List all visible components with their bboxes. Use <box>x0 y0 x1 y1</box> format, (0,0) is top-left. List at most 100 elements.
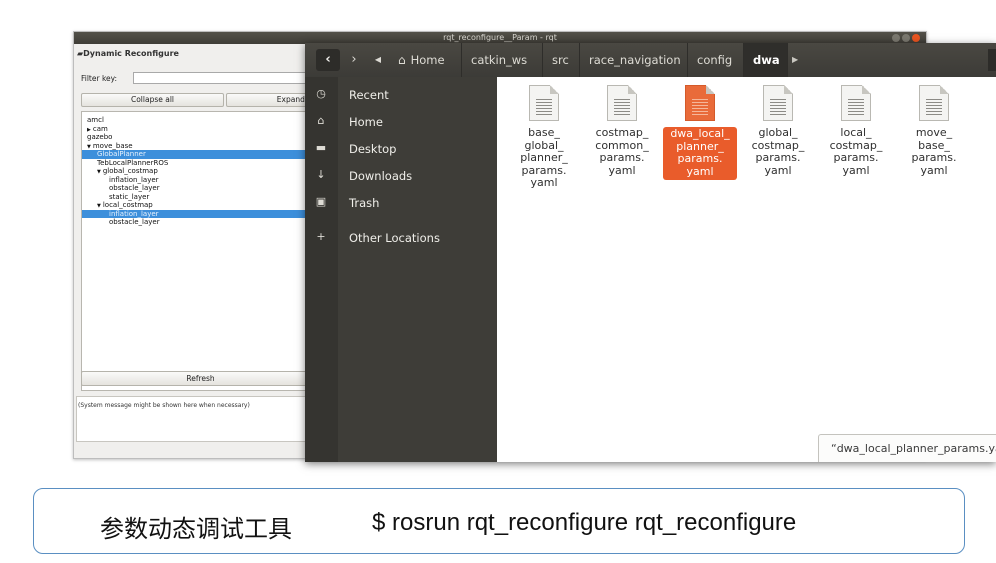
selection-status: “dwa_local_planner_params.yaml” <box>818 434 996 462</box>
tree-item[interactable]: inflation_layer <box>82 209 321 218</box>
home-icon: ⌂ <box>317 114 325 127</box>
file-item[interactable]: costmap_ common_ params. yaml <box>585 85 659 177</box>
text-file-icon <box>919 85 949 121</box>
tree-item[interactable]: amcl <box>82 116 321 125</box>
close-icon[interactable] <box>912 34 920 42</box>
crumb-dwa[interactable]: dwa <box>744 43 788 77</box>
collapse-arrow-icon[interactable]: ▼ <box>97 169 101 175</box>
collapse-all-button[interactable]: Collapse all <box>81 93 224 107</box>
tree-item[interactable]: inflation_layer <box>82 176 321 185</box>
refresh-button[interactable]: Refresh <box>81 371 320 386</box>
tree-item-label: GlobalPlanner <box>97 150 146 158</box>
tree-item-label: local_costmap <box>102 201 153 209</box>
file-name: global_ costmap_ params. yaml <box>751 126 805 177</box>
file-manager-window: ‹ › ◀ ⌂ Home catkin_ws src race_navigatio… <box>305 43 996 462</box>
sidebar-item-label: Desktop <box>349 142 397 156</box>
path-bar: ‹ › ◀ ⌂ Home catkin_ws src race_navigatio… <box>305 43 996 77</box>
header-edge <box>988 49 996 71</box>
trash-icon: ▣ <box>315 195 327 208</box>
home-icon: ⌂ <box>398 53 406 67</box>
sidebar-item-label: Recent <box>349 88 389 102</box>
tree-item[interactable]: ▼ local_costmap <box>82 201 321 210</box>
filter-label: Filter key: <box>81 74 118 83</box>
sidebar-item-label: Home <box>349 115 383 129</box>
file-item[interactable]: local_ costmap_ params. yaml <box>819 85 893 177</box>
tree-item[interactable]: ▼ move_base <box>82 142 321 151</box>
window-title: rqt_reconfigure__Param - rqt <box>443 33 557 42</box>
file-item[interactable]: global_ costmap_ params. yaml <box>741 85 815 177</box>
panel-title: ▰Dynamic Reconfigure <box>77 49 179 58</box>
caption-chinese: 参数动态调试工具 <box>100 515 292 543</box>
download-icon: ↓ <box>316 168 326 181</box>
tree-item-label: TebLocalPlannerROS <box>97 158 169 167</box>
tree-item[interactable]: ▶ cam <box>82 125 321 134</box>
crumb-src[interactable]: src <box>543 43 580 77</box>
sidebar-item-desktop[interactable]: ▬ Desktop <box>305 139 497 159</box>
tree-item[interactable]: gazebo <box>82 133 321 142</box>
expand-arrow-icon[interactable]: ▶ <box>87 127 91 133</box>
crumb-catkin-ws[interactable]: catkin_ws <box>462 43 543 77</box>
caption-command: $ rosrun rqt_reconfigure rqt_reconfigure <box>372 509 797 536</box>
triangle-left-icon: ◀ <box>374 55 382 64</box>
plus-icon: + <box>316 230 326 243</box>
tree-item-label: obstacle_layer <box>109 218 160 226</box>
file-item[interactable]: move_ base_ params. yaml <box>897 85 971 177</box>
sidebar-item-label: Other Locations <box>349 231 440 245</box>
tree-item[interactable]: TebLocalPlannerROS <box>82 159 321 168</box>
filter-input[interactable] <box>133 72 313 84</box>
file-icon-lines <box>614 99 630 115</box>
collapse-arrow-icon[interactable]: ▼ <box>87 144 91 150</box>
sidebar-item-downloads[interactable]: ↓ Downloads <box>305 166 497 186</box>
file-icon-lines <box>692 99 708 115</box>
tree-item-label: static_layer <box>109 192 150 201</box>
maximize-icon[interactable] <box>902 34 910 42</box>
crumb-label: Home <box>410 53 445 67</box>
node-tree[interactable]: amcl ▶ cam gazebo ▼ move_base GlobalPlanner Teb… <box>81 111 322 391</box>
tree-item[interactable]: static_layer <box>82 193 321 202</box>
file-name: local_ costmap_ params. yaml <box>829 126 883 177</box>
file-name: base_ global_ planner_ params. yaml <box>520 126 568 189</box>
tree-item-label: global_costmap <box>102 167 158 175</box>
text-file-icon <box>607 85 637 121</box>
places-sidebar: ◷ Recent ⌂ Home ▬ Desktop ↓ Downloads ▣ Trash + Oth… <box>305 77 497 462</box>
sidebar-item-other-locations[interactable]: + Other Locations <box>305 228 497 248</box>
file-grid[interactable]: base_ global_ planner_ params. yaml costm… <box>497 77 996 462</box>
file-item[interactable]: base_ global_ planner_ params. yaml <box>507 85 581 190</box>
text-file-icon <box>841 85 871 121</box>
sidebar-item-trash[interactable]: ▣ Trash <box>305 193 497 213</box>
crumb-home[interactable]: ⌂ Home <box>389 43 462 77</box>
minimize-icon[interactable] <box>892 34 900 42</box>
desktop-icon: ▬ <box>315 141 327 154</box>
forward-button[interactable]: › <box>342 49 366 71</box>
chevron-right-icon: › <box>351 52 357 67</box>
tree-item[interactable]: ▼ global_costmap <box>82 167 321 176</box>
tree-item-label: gazebo <box>87 133 113 141</box>
tree-item-label: amcl <box>87 116 104 124</box>
sidebar-item-recent[interactable]: ◷ Recent <box>305 85 497 105</box>
back-button[interactable]: ‹ <box>316 49 340 71</box>
file-icon-lines <box>770 99 786 115</box>
tree-item-label: inflation_layer <box>109 209 159 218</box>
text-file-icon <box>529 85 559 121</box>
file-icon-lines <box>926 99 942 115</box>
caption-box: 参数动态调试工具 $ rosrun rqt_reconfigure rqt_re… <box>33 488 965 554</box>
sidebar-item-home[interactable]: ⌂ Home <box>305 112 497 132</box>
sidebar-icon-strip <box>305 77 338 462</box>
tree-item-label: inflation_layer <box>109 175 159 184</box>
tree-item[interactable]: GlobalPlanner <box>82 150 321 159</box>
tree-item[interactable]: obstacle_layer <box>82 218 321 227</box>
crumb-config[interactable]: config <box>688 43 744 77</box>
collapse-arrow-icon[interactable]: ▼ <box>97 203 101 209</box>
triangle-right-icon[interactable]: ▶ <box>792 43 798 77</box>
scroll-left-button[interactable]: ◀ <box>371 49 385 71</box>
crumb-race-navigation[interactable]: race_navigation <box>580 43 688 77</box>
tree-item[interactable]: obstacle_layer <box>82 184 321 193</box>
file-item[interactable]: dwa_local_ planner_ params. yaml <box>663 85 737 180</box>
sidebar-item-label: Trash <box>349 196 380 210</box>
tree-item-label: cam <box>92 124 108 133</box>
tree-item-label: obstacle_layer <box>109 184 160 192</box>
chevron-left-icon: ‹ <box>325 52 331 67</box>
file-icon-lines <box>848 99 864 115</box>
file-name: costmap_ common_ params. yaml <box>595 126 649 177</box>
clock-icon: ◷ <box>316 87 326 100</box>
